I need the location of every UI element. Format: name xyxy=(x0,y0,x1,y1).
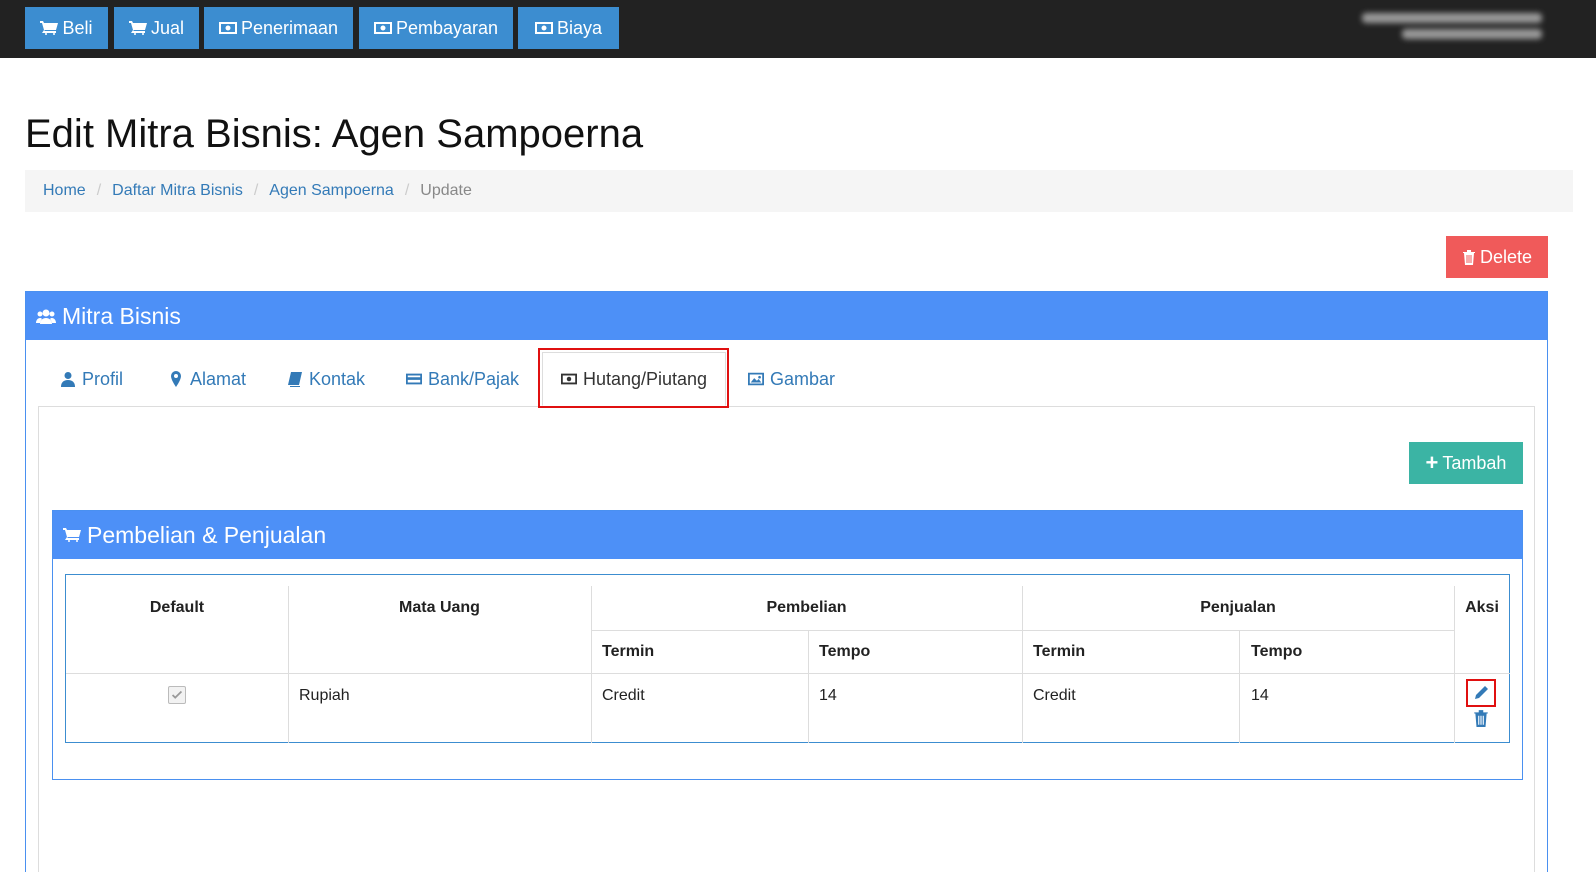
jual-label: Jual xyxy=(150,17,185,38)
breadcrumb-separator: / xyxy=(253,182,259,199)
section-title: Pembelian & Penjualan xyxy=(87,521,327,548)
beli-label: Beli xyxy=(62,17,93,38)
header-beli-tempo: Tempo xyxy=(819,643,871,660)
jual-button[interactable]: Jual xyxy=(114,7,199,49)
tab-label: Kontak xyxy=(309,368,366,389)
money-icon xyxy=(560,373,577,385)
pembayaran-label: Pembayaran xyxy=(395,17,499,38)
biaya-button[interactable]: Biaya xyxy=(518,7,619,49)
check-icon xyxy=(171,690,183,699)
edit-row-button[interactable] xyxy=(1466,679,1496,707)
plus-icon: + xyxy=(1425,450,1439,475)
panel-header: Mitra Bisnis xyxy=(26,292,1547,340)
cart-icon xyxy=(128,21,147,35)
penerimaan-label: Penerimaan xyxy=(240,17,339,38)
penerimaan-button[interactable]: Penerimaan xyxy=(204,7,353,49)
top-navbar: Beli Jual Penerimaan Pembayaran Biaya xyxy=(0,0,1596,58)
header-pembelian: Pembelian xyxy=(766,599,847,616)
picture-icon xyxy=(748,372,764,386)
cell-jual-tempo: 14 xyxy=(1251,687,1269,704)
cell-jual-termin: Credit xyxy=(1033,687,1076,704)
pencil-icon xyxy=(1475,686,1488,699)
header-beli-termin: Termin xyxy=(602,643,655,660)
tambah-label: Tambah xyxy=(1442,452,1507,473)
money-icon xyxy=(218,22,237,34)
tab-gambar[interactable]: Gambar xyxy=(748,352,835,406)
cell-beli-tempo: 14 xyxy=(819,687,837,704)
user-info-blurred[interactable] xyxy=(1362,10,1542,46)
money-icon xyxy=(534,22,553,34)
tab-bar: Profil Alamat Kontak Bank/Pajak Hutang/P… xyxy=(38,352,1535,406)
pembelian-penjualan-panel: Pembelian & Penjualan Default Mata Uang … xyxy=(52,510,1523,780)
credit-card-icon xyxy=(406,373,422,385)
cart-icon xyxy=(63,528,81,542)
beli-button[interactable]: Beli xyxy=(25,7,108,49)
breadcrumb-daftar-mitra-bisnis[interactable]: Daftar Mitra Bisnis xyxy=(112,182,243,200)
cell-mata-uang: Rupiah xyxy=(299,687,350,704)
pembayaran-button[interactable]: Pembayaran xyxy=(359,7,513,49)
tab-content-hutang-piutang: + Tambah Pembelian & Penjualan Default M… xyxy=(38,406,1535,872)
book-icon xyxy=(288,372,302,387)
cart-icon xyxy=(40,21,59,35)
user-icon xyxy=(61,372,75,387)
cell-beli-termin: Credit xyxy=(602,687,645,704)
tab-label: Gambar xyxy=(770,368,836,389)
delete-row-button[interactable] xyxy=(1473,709,1491,729)
delete-button[interactable]: Delete xyxy=(1446,236,1548,278)
breadcrumb-separator: / xyxy=(96,182,102,199)
tab-label: Bank/Pajak xyxy=(428,368,520,389)
header-default: Default xyxy=(149,599,205,616)
trash-icon xyxy=(1462,250,1475,265)
breadcrumb-separator: / xyxy=(404,182,410,199)
tab-alamat[interactable]: Alamat xyxy=(168,352,246,406)
money-icon xyxy=(373,22,392,34)
hutang-piutang-table: Default Mata Uang Pembelian Penjualan Ak… xyxy=(65,574,1510,743)
panel-title: Mitra Bisnis xyxy=(62,302,181,329)
inner-panel-header: Pembelian & Penjualan xyxy=(53,511,1522,559)
tab-label: Alamat xyxy=(190,368,247,389)
tab-kontak[interactable]: Kontak xyxy=(287,352,365,406)
header-aksi: Aksi xyxy=(1465,599,1499,616)
default-checkbox[interactable] xyxy=(168,686,186,704)
trash-icon xyxy=(1474,710,1488,727)
breadcrumb-home[interactable]: Home xyxy=(43,182,86,200)
header-jual-tempo: Tempo xyxy=(1251,643,1303,660)
mitra-bisnis-panel: Mitra Bisnis Profil Alamat Kontak Bank/P… xyxy=(25,291,1548,872)
breadcrumb-update: Update xyxy=(420,182,472,199)
tab-profil[interactable]: Profil xyxy=(60,352,123,406)
delete-label: Delete xyxy=(1479,246,1533,267)
tab-bank-pajak[interactable]: Bank/Pajak xyxy=(406,352,519,406)
tab-label: Profil xyxy=(82,368,124,389)
header-penjualan: Penjualan xyxy=(1200,599,1276,616)
map-marker-icon xyxy=(171,371,181,387)
breadcrumb: Home / Daftar Mitra Bisnis / Agen Sampoe… xyxy=(25,170,1573,212)
page-title: Edit Mitra Bisnis: Agen Sampoerna xyxy=(25,112,644,156)
tab-label: Hutang/Piutang xyxy=(582,368,708,389)
header-mata-uang: Mata Uang xyxy=(399,599,480,616)
users-icon xyxy=(36,309,56,324)
breadcrumb-agen-sampoerna[interactable]: Agen Sampoerna xyxy=(269,182,394,200)
header-jual-termin: Termin xyxy=(1033,643,1086,660)
tab-hutang-piutang[interactable]: Hutang/Piutang xyxy=(542,352,726,406)
tambah-button[interactable]: + Tambah xyxy=(1409,442,1523,484)
biaya-label: Biaya xyxy=(556,17,603,38)
